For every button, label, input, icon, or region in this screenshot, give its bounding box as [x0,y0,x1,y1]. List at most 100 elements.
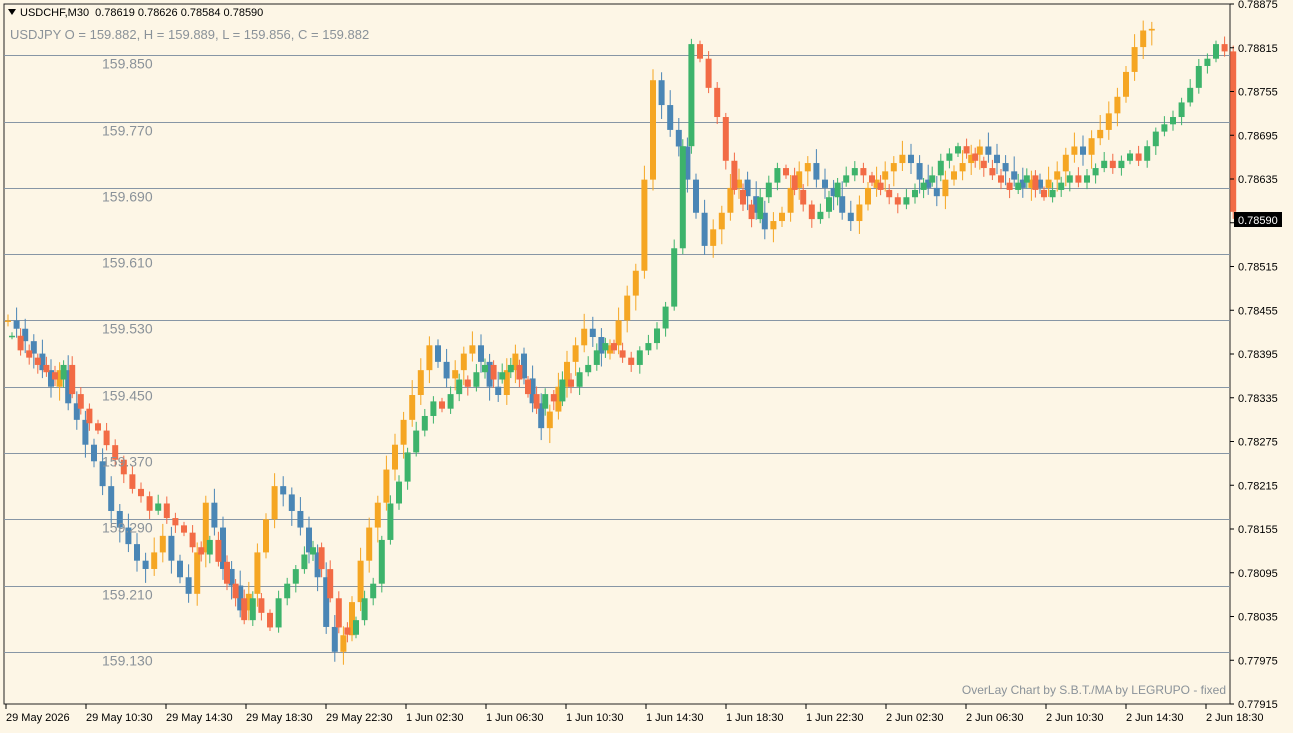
candle-body [679,146,686,249]
candle-body [421,415,428,431]
overlay-candle-body [710,229,717,246]
candle-body [241,598,248,621]
candle-body [628,357,635,365]
overlay-candle-body [417,370,424,396]
candle-body [43,364,50,373]
candle-body [267,612,273,628]
candle-body [103,430,110,446]
overlay-candle-body [159,535,166,553]
candle-body [869,175,875,183]
candle-body [920,182,927,190]
overlay-candle-body [865,187,871,205]
candle-body [1041,189,1047,198]
candle-body [370,583,377,599]
candle-body [138,488,144,497]
overlay-candle-body [478,345,484,362]
candle-body [662,306,669,329]
time-tick-label: 1 Jun 02:30 [406,712,464,724]
time-tick-label: 29 May 10:30 [86,712,153,724]
price-tick-label: 0.78095 [1238,568,1278,580]
candle-body [26,350,33,358]
overlay-candle-body [1123,71,1129,97]
candle-body [585,364,592,373]
candle-body [206,539,213,555]
overlay-candle-body [1105,113,1112,130]
overlay-candle-body [177,560,183,578]
overlay-level-label: 159.450 [102,388,153,404]
candle-body [292,569,299,584]
candle-body [404,452,411,482]
overlay-candle-body [91,444,97,462]
overlay-candle-body [151,552,158,569]
candle-body [1144,146,1151,161]
overlay-candle-body [1097,129,1104,139]
price-tick-label: 0.78755 [1238,87,1278,99]
candle-body [619,350,626,358]
candle-body [1187,87,1194,103]
overlay-candle-body [1114,96,1121,114]
candle-body [1118,160,1125,169]
candle-body [1092,168,1099,176]
candle-body [757,197,764,220]
overlay-candle-body [581,328,588,346]
overlay-level-label: 159.530 [102,321,153,337]
time-tick-label: 29 May 14:30 [166,712,233,724]
overlay-candle-body [667,105,674,130]
time-tick-label: 2 Jun 10:30 [1046,712,1104,724]
primary-candles [9,36,1237,643]
overlay-candle-body [916,163,923,180]
candle-body [980,160,987,169]
time-tick-label: 1 Jun 06:30 [486,712,544,724]
overlay-level-label: 159.850 [102,56,153,72]
candle-body [731,160,738,190]
plot-area [3,3,1231,705]
price-tick-label: 0.78695 [1238,130,1278,142]
candle-body [791,175,798,190]
overlay-candle-body [435,345,441,362]
candle-body [568,379,574,387]
candle-body [765,182,772,198]
price-tick-label: 0.78035 [1238,612,1278,624]
ohlc-values: 0.78619 0.78626 0.78584 0.78590 [95,7,264,19]
candle-body [232,583,239,599]
candle-body [877,182,884,190]
candle-body [77,394,84,409]
time-axis[interactable]: 29 May 2026 29 May 10:30 29 May 14:30 29 Ma… [5,704,1264,724]
candle-body [1032,175,1039,190]
symbol-header: USDCHF,M30 0.78619 0.78626 0.78584 0.7859… [8,7,263,19]
overlay-candle-body [693,179,699,213]
overlay-level-label: 159.770 [102,123,153,139]
candle-body [722,117,729,161]
candle-body [258,598,265,613]
overlay-candle-body [615,320,622,346]
time-tick-label: 2 Jun 14:30 [1126,712,1184,724]
overlay-candle-body [546,411,553,429]
overlay-candle-body [589,328,596,338]
candle-body [1221,44,1228,52]
collapse-triangle-icon[interactable] [8,9,16,15]
current-price-label: 0.78590 [1238,215,1278,227]
candle-body [886,189,893,198]
candle-body [1135,153,1142,161]
candle-body [1195,65,1202,88]
price-axis[interactable]: 0.78875 0.78815 0.78755 0.78695 0.78635 0.785… [1230,0,1278,711]
candle-body [172,518,179,526]
overlay-candle-body [13,320,20,329]
price-tick-label: 0.78155 [1238,524,1278,536]
overlay-level-label: 159.690 [102,189,153,205]
overlay-candle-body [779,212,785,222]
price-tick-label: 0.78335 [1238,393,1278,405]
candle-body [929,175,936,183]
candle-body [1023,175,1030,183]
candle-body [1109,160,1116,169]
candle-body [310,547,316,555]
candle-body [473,372,480,387]
overlay-candle-body [469,345,476,354]
candle-body [413,430,420,453]
overlay-candle-body [134,544,140,561]
candle-body [860,168,867,176]
overlay-level-label: 159.610 [102,255,153,271]
candle-body [1101,160,1108,169]
candle-body [817,211,824,220]
candle-body [95,423,101,431]
